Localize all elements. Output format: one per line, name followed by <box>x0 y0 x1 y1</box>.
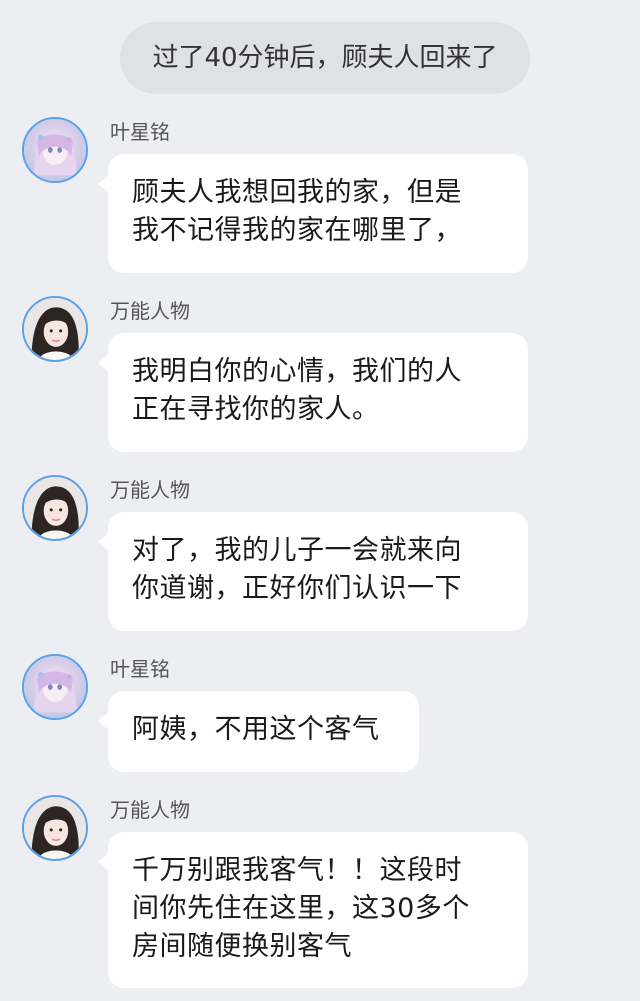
avatar-girl-photo[interactable] <box>22 475 88 541</box>
message-text: 你道谢，正好你们认识一下 <box>132 573 462 604</box>
sender-name: 叶星铭 <box>110 120 170 144</box>
message-bubble[interactable]: 对了，我的儿子一会就来向 你道谢，正好你们认识一下 <box>98 512 528 631</box>
avatar-anime-girl[interactable] <box>22 117 88 183</box>
message-bubble[interactable]: 我明白你的心情，我们的人 正在寻找你的家人。 <box>98 333 528 452</box>
sender-name: 叶星铭 <box>110 657 170 681</box>
message-text: 我不记得我的家在哪里了， <box>132 215 462 246</box>
message-text: 顾夫人我想回我的家，但是 <box>132 177 462 208</box>
sender-name: 万能人物 <box>110 798 190 822</box>
anime-girl-avatar-icon <box>24 119 86 181</box>
message-text: 正在寻找你的家人。 <box>132 394 380 425</box>
message-text: 千万别跟我客气！！这段时 <box>132 855 462 886</box>
sender-name: 万能人物 <box>110 299 190 323</box>
message-text: 对了，我的儿子一会就来向 <box>132 535 462 566</box>
avatar-girl-photo[interactable] <box>22 795 88 861</box>
avatar-anime-girl[interactable] <box>22 654 88 720</box>
message-text: 阿姨，不用这个客气 <box>132 714 380 745</box>
girl-photo-avatar-icon <box>24 797 86 859</box>
girl-photo-avatar-icon <box>24 477 86 539</box>
sender-name: 万能人物 <box>110 478 190 502</box>
girl-photo-avatar-icon <box>24 298 86 360</box>
avatar-girl-photo[interactable] <box>22 296 88 362</box>
system-notice: 过了40分钟后，顾夫人回来了 <box>120 22 530 94</box>
anime-girl-avatar-icon <box>24 656 86 718</box>
message-bubble[interactable]: 千万别跟我客气！！这段时 间你先住在这里，这30多个 房间随便换别客气 <box>98 832 528 988</box>
message-text: 房间随便换别客气 <box>132 931 352 962</box>
message-text: 间你先住在这里，这30多个 <box>132 893 470 924</box>
message-bubble[interactable]: 阿姨，不用这个客气 <box>98 691 419 772</box>
message-bubble[interactable]: 顾夫人我想回我的家，但是 我不记得我的家在哪里了， <box>98 154 528 273</box>
message-text: 我明白你的心情，我们的人 <box>132 356 462 387</box>
